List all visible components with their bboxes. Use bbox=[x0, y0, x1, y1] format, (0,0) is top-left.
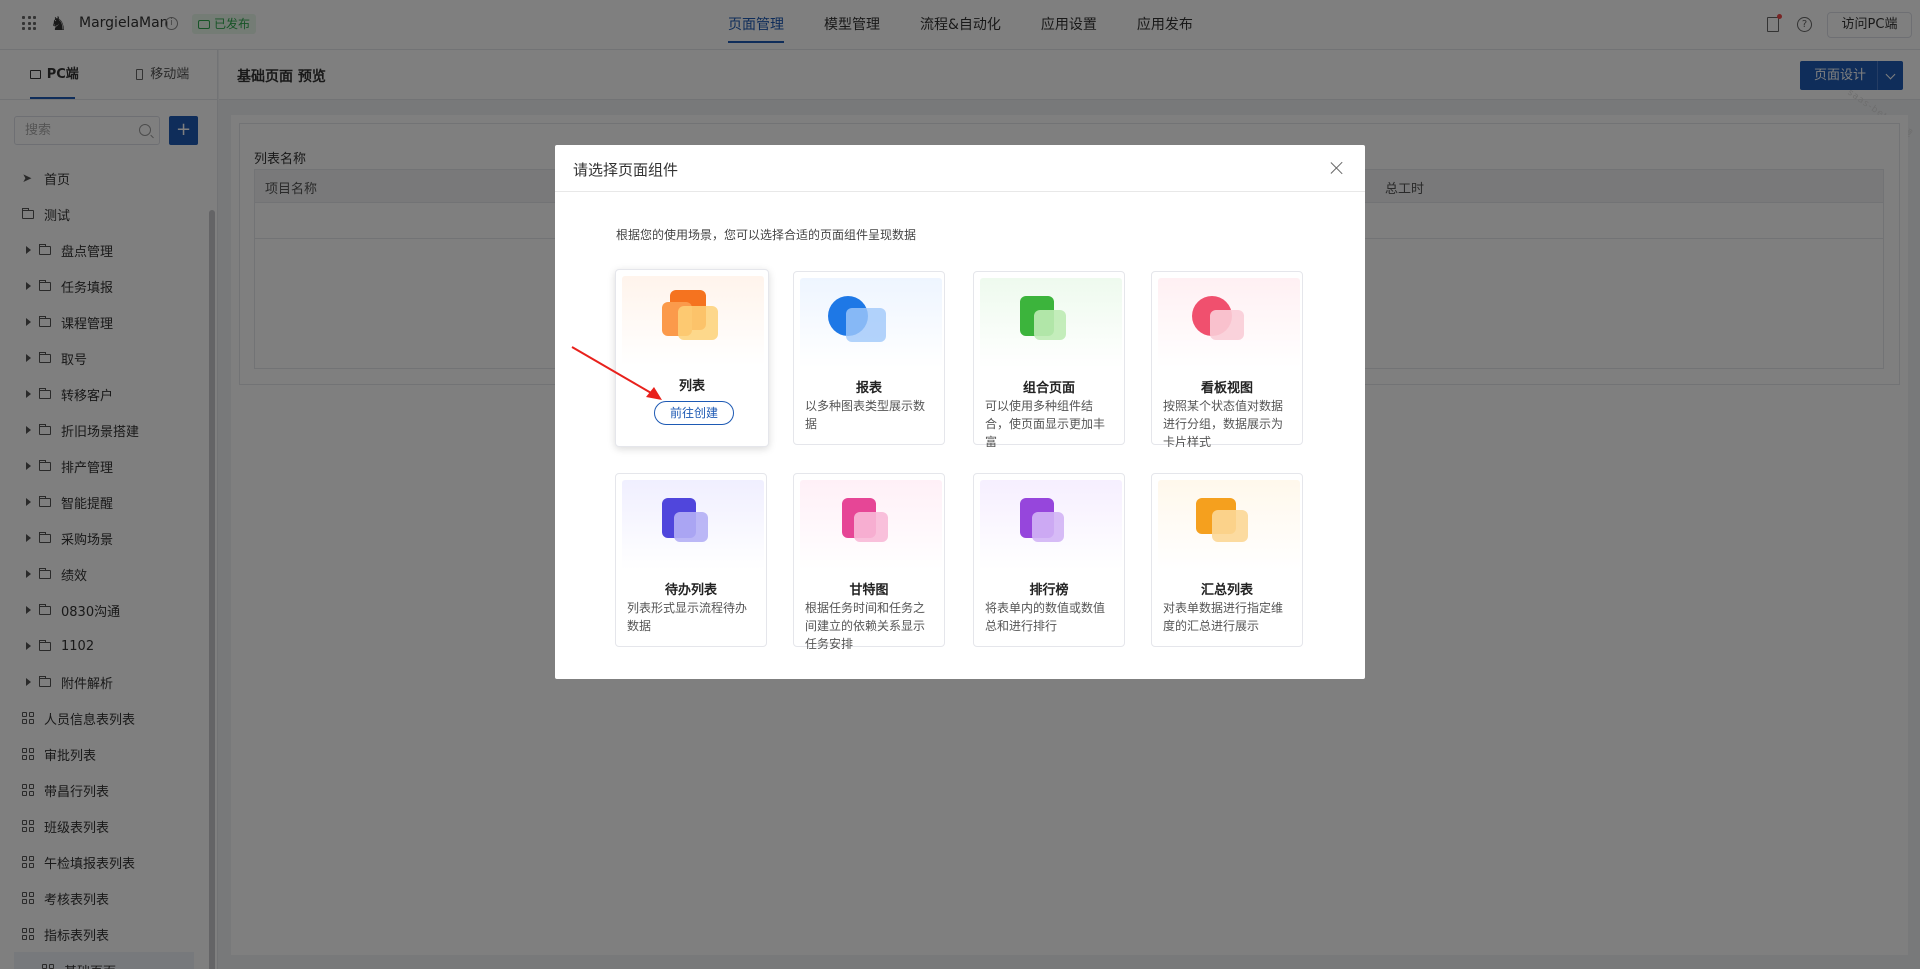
card-name: 待办列表 bbox=[664, 583, 717, 598]
card-description: 根据任务时间和任务之间建立的依赖关系显示任务安排 bbox=[805, 601, 926, 649]
card-name: 汇总列表 bbox=[1200, 583, 1253, 598]
summary-component-icon bbox=[1158, 480, 1300, 570]
ranking-component-icon bbox=[980, 480, 1122, 570]
card-description: 列表形式显示流程待办数据 bbox=[627, 601, 748, 633]
card-name: 组合页面 bbox=[1022, 381, 1075, 396]
todo-component-icon bbox=[622, 480, 764, 570]
kanban-component-icon bbox=[1158, 278, 1300, 368]
card-name: 排行榜 bbox=[1029, 583, 1069, 598]
component-card-kanban[interactable]: 看板视图 按照某个状态值对数据进行分组，数据展示为卡片样式 bbox=[1151, 271, 1303, 447]
component-card-ranking[interactable]: 排行榜 将表单内的数值或数值总和进行排行 bbox=[973, 473, 1125, 647]
close-icon[interactable] bbox=[1329, 160, 1345, 176]
component-card-summary-list[interactable]: 汇总列表 对表单数据进行指定维度的汇总进行展示 bbox=[1151, 473, 1303, 647]
card-name: 看板视图 bbox=[1200, 381, 1253, 396]
card-description: 可以使用多种组件结合，使页面显示更加丰富 bbox=[985, 399, 1106, 447]
card-name: 甘特图 bbox=[849, 583, 889, 598]
composite-component-icon bbox=[980, 278, 1122, 368]
component-card-gantt[interactable]: 甘特图 根据任务时间和任务之间建立的依赖关系显示任务安排 bbox=[793, 473, 945, 649]
component-card-todo-list[interactable]: 待办列表 列表形式显示流程待办数据 bbox=[615, 473, 767, 647]
component-card-composite[interactable]: 组合页面 可以使用多种组件结合，使页面显示更加丰富 bbox=[973, 271, 1125, 447]
card-description: 以多种图表类型展示数据 bbox=[805, 399, 926, 431]
component-card-report[interactable]: 报表 以多种图表类型展示数据 bbox=[793, 271, 945, 445]
chart-component-icon bbox=[800, 278, 942, 368]
dialog-title: 请选择页面组件 bbox=[573, 161, 679, 179]
card-description: 按照某个状态值对数据进行分组，数据展示为卡片样式 bbox=[1163, 399, 1284, 447]
dialog-description: 根据您的使用场景，您可以选择合适的页面组件呈现数据 bbox=[616, 228, 917, 242]
card-description: 将表单内的数值或数值总和进行排行 bbox=[985, 601, 1106, 633]
annotation-arrow-icon bbox=[571, 346, 662, 400]
dialog-header: 请选择页面组件 bbox=[555, 145, 1365, 192]
card-name: 报表 bbox=[855, 381, 882, 396]
card-description: 对表单数据进行指定维度的汇总进行展示 bbox=[1163, 601, 1284, 633]
component-select-dialog: 请选择页面组件 根据您的使用场景，您可以选择合适的页面组件呈现数据 列表 前往创… bbox=[555, 145, 1365, 679]
gantt-component-icon bbox=[800, 480, 942, 570]
